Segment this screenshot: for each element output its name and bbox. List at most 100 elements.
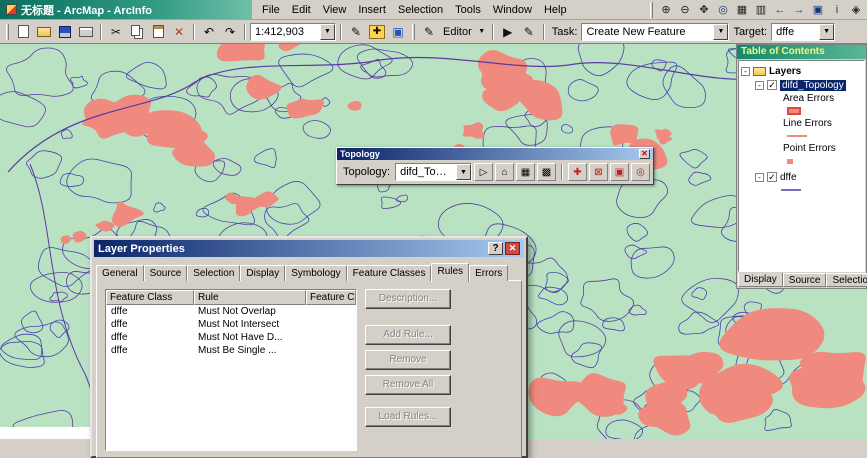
edit-tool-button[interactable]: ▶ <box>498 22 518 42</box>
validate-topology-extent-icon[interactable]: ▩ <box>537 163 556 181</box>
undo-button[interactable]: ↶ <box>199 22 219 42</box>
toolbar-options-button[interactable]: ▣ <box>388 22 408 42</box>
menu-edit[interactable]: Edit <box>286 3 317 17</box>
topology-combo[interactable]: difd_Topology ▼ <box>395 163 472 181</box>
rules-table[interactable]: Feature Class Rule Feature Class dffe Mu… <box>105 289 357 451</box>
topology-edit-tool-icon[interactable]: ▷ <box>474 163 493 181</box>
cut-button[interactable]: ✂ <box>106 22 126 42</box>
find-icon[interactable]: ◈ <box>847 2 865 18</box>
menu-file[interactable]: File <box>256 3 286 17</box>
add-rule-button[interactable]: Add Rule... <box>365 325 451 345</box>
layer-checkbox[interactable]: ✓ <box>767 80 777 90</box>
chevron-down-icon[interactable]: ▼ <box>456 164 471 180</box>
toc-tab-source[interactable]: Source <box>782 273 827 287</box>
redo-button[interactable]: ↷ <box>220 22 240 42</box>
open-map-button[interactable] <box>34 22 54 42</box>
menu-help[interactable]: Help <box>538 3 573 17</box>
chevron-down-icon[interactable]: ▼ <box>320 23 335 40</box>
collapse-icon[interactable]: - <box>741 66 750 76</box>
chevron-down-icon[interactable]: ▼ <box>713 23 729 40</box>
paste-button[interactable] <box>148 22 168 42</box>
toc-title-bar[interactable]: Table of Contents <box>737 45 866 59</box>
go-back-icon[interactable]: ← <box>771 2 789 18</box>
menu-insert[interactable]: Insert <box>352 3 392 17</box>
toolbar-grip[interactable] <box>650 1 653 18</box>
chevron-down-icon[interactable]: ▼ <box>819 23 835 40</box>
toc-tab-selection[interactable]: Selection <box>826 273 867 287</box>
menu-view[interactable]: View <box>317 3 353 17</box>
dffe-layer-label[interactable]: dffe <box>780 172 797 183</box>
rule-row[interactable]: dffe Must Be Single ... <box>106 344 356 357</box>
copy-button[interactable] <box>127 22 147 42</box>
editor-menu-arrow-icon[interactable]: ▼ <box>476 22 488 42</box>
tab-source[interactable]: Source <box>143 265 188 281</box>
tab-rules[interactable]: Rules <box>431 263 470 282</box>
load-rules-button[interactable]: Load Rules... <box>365 407 451 427</box>
zoom-in-icon[interactable]: ⊕ <box>657 2 675 18</box>
delete-button[interactable]: ✕ <box>169 22 189 42</box>
mark-exception-icon[interactable]: ▣ <box>610 163 629 181</box>
error-inspector-icon[interactable]: ⊠ <box>589 163 608 181</box>
toolbar-grip[interactable] <box>6 23 9 40</box>
edit-sketch-button[interactable]: ✎ <box>346 22 366 42</box>
full-extent-icon[interactable]: ◎ <box>714 2 732 18</box>
fixed-zoom-out-icon[interactable]: ▥ <box>752 2 770 18</box>
remove-all-button[interactable]: Remove All <box>365 375 451 395</box>
task-combo[interactable]: Create New Feature ▼ <box>581 22 730 41</box>
toc-topology-layer-row[interactable]: - ✓ difd_Topology <box>741 78 864 92</box>
sketch-tool-button[interactable]: ✎ <box>519 22 539 42</box>
close-icon[interactable]: ✕ <box>639 149 650 159</box>
point-errors-symbol[interactable] <box>787 158 793 164</box>
layers-label[interactable]: Layers <box>769 66 801 77</box>
line-errors-symbol[interactable] <box>787 135 807 137</box>
save-map-button[interactable] <box>55 22 75 42</box>
topology-layer-label[interactable]: difd_Topology <box>780 79 846 91</box>
menu-window[interactable]: Window <box>487 3 538 17</box>
zoom-out-icon[interactable]: ⊖ <box>676 2 694 18</box>
collapse-icon[interactable]: - <box>755 80 764 90</box>
description-button[interactable]: Description... <box>365 289 451 309</box>
clear-flags-icon[interactable]: ◎ <box>631 163 650 181</box>
construct-features-icon[interactable]: ⌂ <box>495 163 514 181</box>
validate-topology-in-area-icon[interactable]: ▦ <box>516 163 535 181</box>
rule-row[interactable]: dffe Must Not Intersect <box>106 318 356 331</box>
tab-errors[interactable]: Errors <box>469 265 509 281</box>
topology-toolbar-title-bar[interactable]: Topology ✕ <box>337 148 653 160</box>
collapse-icon[interactable]: - <box>755 172 764 182</box>
close-icon[interactable]: ✕ <box>505 242 520 255</box>
toc-tab-display[interactable]: Display <box>738 273 783 287</box>
add-data-button[interactable]: ✚ <box>367 22 387 42</box>
tab-general[interactable]: General <box>96 265 144 281</box>
rule-row[interactable]: dffe Must Not Overlap <box>106 305 356 318</box>
remove-button[interactable]: Remove <box>365 350 451 370</box>
help-icon[interactable]: ? <box>488 242 503 255</box>
toc-layers-row[interactable]: - Layers <box>741 64 864 78</box>
select-features-icon[interactable]: ▣ <box>809 2 827 18</box>
tab-feature-classes[interactable]: Feature Classes <box>346 265 432 281</box>
dialog-title-bar[interactable]: Layer Properties ? ✕ <box>94 240 524 257</box>
tab-selection[interactable]: Selection <box>187 265 241 281</box>
new-map-button[interactable] <box>13 22 33 42</box>
toc-tree[interactable]: - Layers - ✓ difd_Topology Area Errors L… <box>738 60 865 272</box>
target-combo[interactable]: dffe ▼ <box>771 22 836 41</box>
rule-row[interactable]: dffe Must Not Have D... <box>106 331 356 344</box>
area-errors-symbol[interactable] <box>787 107 801 115</box>
layer-checkbox[interactable]: ✓ <box>767 172 777 182</box>
editor-menu-button[interactable]: Editor <box>440 26 475 38</box>
editor-toolbar-grip[interactable] <box>412 23 415 40</box>
toc-dffe-layer-row[interactable]: - ✓ dffe <box>741 170 864 184</box>
fixed-zoom-in-icon[interactable]: ▦ <box>733 2 751 18</box>
dffe-line-symbol[interactable] <box>781 189 801 191</box>
menu-selection[interactable]: Selection <box>392 3 449 17</box>
menu-tools[interactable]: Tools <box>449 3 487 17</box>
identify-icon[interactable]: i <box>828 2 846 18</box>
tab-symbology[interactable]: Symbology <box>285 265 347 281</box>
tab-display[interactable]: Display <box>240 265 286 281</box>
scale-combo[interactable]: 1:412,903 ▼ <box>250 22 336 41</box>
topology-toolbar[interactable]: Topology ✕ Topology: difd_Topology ▼ ▷ ⌂… <box>336 147 654 185</box>
table-of-contents-panel[interactable]: Table of Contents - Layers - ✓ difd_Topo… <box>736 44 867 289</box>
fix-error-tool-icon[interactable]: ✚ <box>568 163 587 181</box>
pan-icon[interactable]: ✥ <box>695 2 713 18</box>
layer-properties-dialog[interactable]: Layer Properties ? ✕ General Source Sele… <box>90 236 528 458</box>
go-forward-icon[interactable]: → <box>790 2 808 18</box>
